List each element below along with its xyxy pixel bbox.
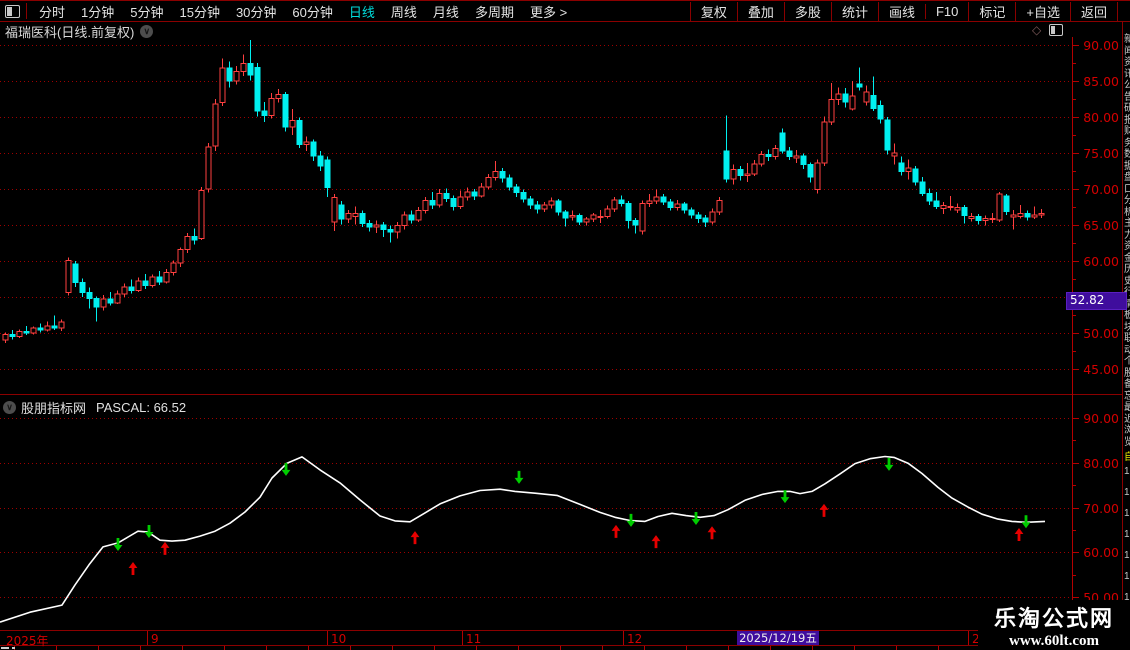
- sell-arrow-icon: [691, 512, 701, 526]
- price-axis-label: 75.00: [1083, 146, 1119, 161]
- indicator-header: ∨ 股朋指标网 PASCAL: 66.52: [3, 398, 186, 417]
- price-axis-label: 60.00: [1083, 254, 1119, 269]
- indicator-axis-label: 70.00: [1083, 500, 1119, 516]
- top-toolbar: 分时 1分钟 5分钟 15分钟 30分钟 60分钟 日线 周线 月线 多周期 更多 > 复权 叠加 多股…: [0, 0, 1130, 22]
- buy-arrow-icon: [611, 524, 621, 538]
- chart-corner-icons: ◇: [1032, 23, 1064, 37]
- indicator-axis-label: 60.00: [1083, 545, 1119, 561]
- layout-icon[interactable]: [5, 4, 20, 18]
- month-label: 12: [627, 632, 643, 646]
- period-tab[interactable]: 周线: [383, 2, 425, 21]
- price-axis-label: 90.00: [1083, 38, 1119, 53]
- toolbar-button[interactable]: 多股: [783, 1, 831, 21]
- price-axis-label: 80.00: [1083, 110, 1119, 125]
- period-tab[interactable]: 更多 >: [522, 2, 575, 21]
- price-axis-label: 85.00: [1083, 74, 1119, 89]
- sell-arrow-icon: [281, 462, 291, 476]
- toolbar-button[interactable]: 标记: [968, 1, 1015, 21]
- month-label: 10: [331, 632, 347, 646]
- grid-layer: [0, 45, 1072, 598]
- chevron-down-icon[interactable]: ∨: [3, 401, 16, 414]
- toolbar-button[interactable]: 叠加: [736, 1, 784, 21]
- toolbar-divider: [26, 3, 27, 19]
- date-badge: 2025/12/19五: [737, 631, 819, 645]
- price-axis-label: 45.00: [1083, 362, 1119, 377]
- buy-arrow-icon: [707, 526, 717, 540]
- watermark-url: www.60lt.com: [1009, 633, 1099, 649]
- price-axis-label: 70.00: [1083, 182, 1119, 197]
- price-axis-label: 50.00: [1083, 326, 1119, 341]
- buy-arrow-icon: [651, 535, 661, 549]
- sell-arrow-icon: [884, 457, 894, 471]
- period-tab[interactable]: 月线: [425, 2, 467, 21]
- strip-digit: 1: [1124, 487, 1130, 498]
- buy-arrow-icon: [1014, 527, 1024, 541]
- period-tab[interactable]: 日线: [341, 2, 383, 21]
- toolbar-button[interactable]: 画线: [877, 1, 925, 21]
- chart-title-row: 福瑞医科(日线.前复权) ∨: [5, 22, 154, 41]
- signal-arrows-layer: [113, 457, 1031, 575]
- toolbar-button[interactable]: 统计: [830, 1, 878, 21]
- toolbar-button[interactable]: 复权: [689, 1, 737, 21]
- sell-arrow-icon: [514, 470, 524, 484]
- split-window-icon[interactable]: [1049, 24, 1064, 36]
- chart-title: 福瑞医科(日线.前复权): [5, 25, 135, 40]
- trading-app-window: 分时 1分钟 5分钟 15分钟 30分钟 60分钟 日线 周线 月线 多周期 更多 > 复权 叠加 多股…: [0, 0, 1130, 650]
- toolbar-button[interactable]: F10: [924, 3, 968, 19]
- chevron-down-icon[interactable]: ∨: [140, 25, 154, 38]
- period-tab[interactable]: 分时: [31, 2, 73, 21]
- watermark: 乐淘公式网 www.60lt.com: [978, 600, 1130, 650]
- strip-tab-label: 自: [1124, 452, 1130, 463]
- period-tabs: 分时 1分钟 5分钟 15分钟 30分钟 60分钟 日线 周线 月线 多周期 更多 >: [31, 2, 575, 21]
- timeline-year-label: 2025年: [6, 634, 49, 648]
- watermark-site-name: 乐淘公式网: [993, 606, 1114, 631]
- toolbar-actions: 复权 叠加 多股 统计 画线 F10 标记 +自选 返回: [689, 1, 1118, 21]
- strip-digit: 1: [1124, 571, 1130, 582]
- period-tab[interactable]: 30分钟: [228, 2, 284, 21]
- buy-arrow-icon: [819, 503, 829, 517]
- period-tab[interactable]: 15分钟: [171, 2, 227, 21]
- price-axis-label: 65.00: [1083, 218, 1119, 233]
- toolbar-button[interactable]: +自选: [1015, 1, 1070, 21]
- separator-lines: [0, 37, 1130, 650]
- strip-digit: 1: [1124, 466, 1130, 477]
- diamond-icon[interactable]: ◇: [1032, 23, 1041, 37]
- candles-layer: [2, 39, 1045, 344]
- indicator-axis-label: 80.00: [1083, 455, 1119, 471]
- charts-canvas: [0, 37, 1130, 650]
- indicator-axis-label: 90.00: [1083, 411, 1119, 426]
- strip-glyph: 览: [1124, 436, 1130, 448]
- buy-arrow-icon: [410, 531, 420, 545]
- toolbar-button[interactable]: 返回: [1069, 1, 1118, 21]
- indicator-value: PASCAL: 66.52: [96, 400, 187, 415]
- period-tab[interactable]: 60分钟: [284, 2, 340, 21]
- period-tab[interactable]: 1分钟: [73, 2, 122, 21]
- period-tab[interactable]: 5分钟: [122, 2, 171, 21]
- buy-arrow-icon: [128, 561, 138, 575]
- strip-digit: 1: [1124, 508, 1130, 519]
- price-badge: 52.82: [1066, 292, 1127, 310]
- strip-digit: 1: [1124, 550, 1130, 561]
- indicator-name[interactable]: 股朋指标网: [21, 398, 86, 417]
- month-label: 11: [466, 632, 482, 646]
- month-label: 9: [151, 632, 159, 646]
- period-tab[interactable]: 多周期: [467, 2, 522, 21]
- strip-digit: 1: [1124, 529, 1130, 540]
